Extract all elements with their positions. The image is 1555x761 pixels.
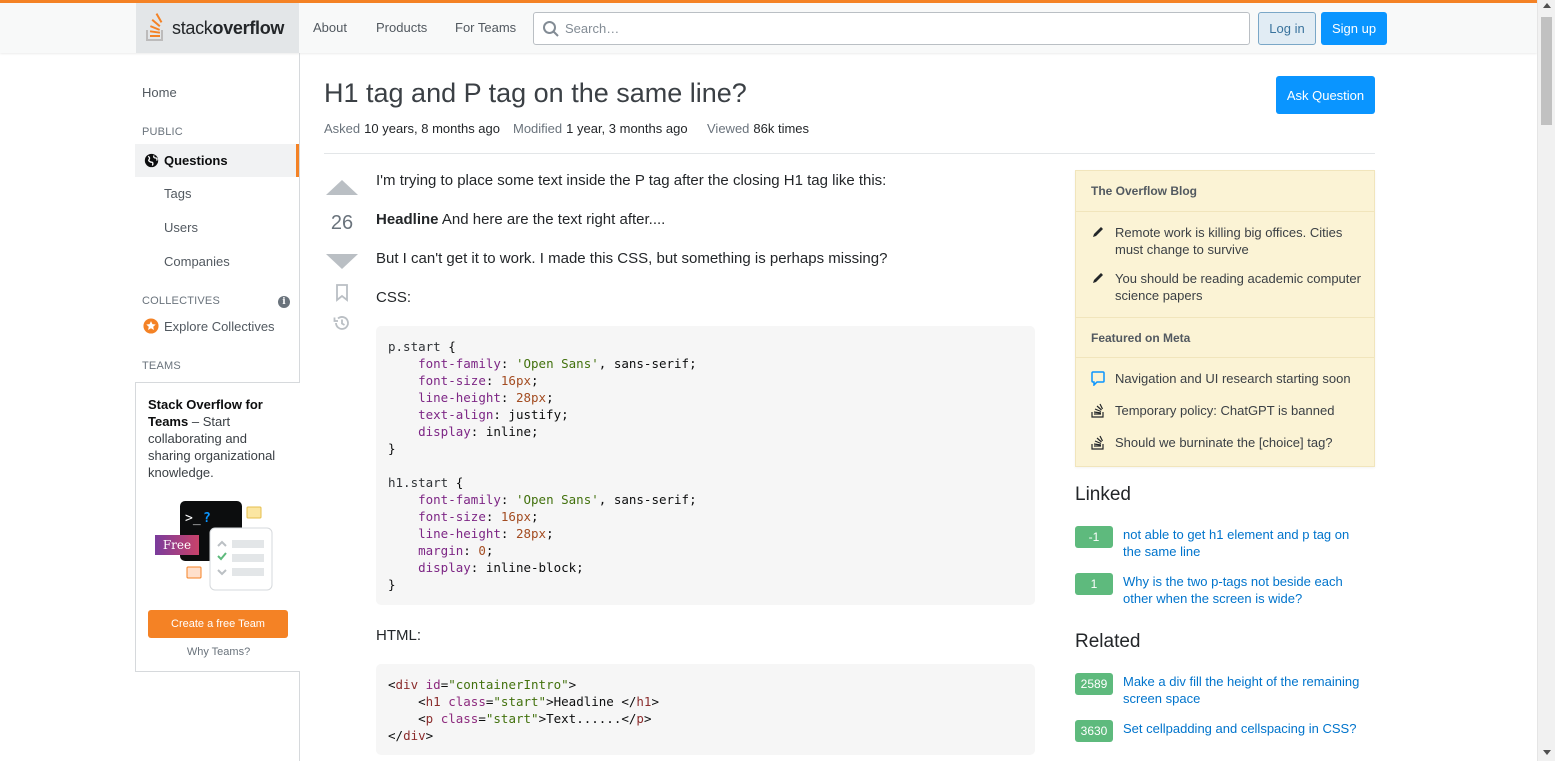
chat-bubble-icon — [1091, 371, 1105, 387]
related-heading: Related — [1075, 631, 1141, 652]
section-label-teams: TEAMS — [142, 360, 181, 372]
question-link[interactable]: not able to get h1 element and p tag on … — [1123, 526, 1368, 560]
free-badge: Free — [155, 535, 199, 555]
ask-question-button[interactable]: Ask Question — [1276, 76, 1375, 114]
blog-item[interactable]: Remote work is killing big offices. Citi… — [1091, 224, 1361, 258]
sidebar-item-explore-collectives[interactable]: Explore Collectives — [143, 318, 275, 334]
login-button[interactable]: Log in — [1258, 12, 1316, 45]
info-icon[interactable]: i — [278, 296, 290, 308]
blog-heading: The Overflow Blog — [1076, 171, 1374, 212]
stackoverflow-logo[interactable]: stackoverflow — [136, 3, 299, 53]
html-code-block[interactable]: <div id="containerIntro"> <h1 class="sta… — [376, 664, 1035, 755]
related-question[interactable]: 2589 Make a div fill the height of the r… — [1075, 673, 1375, 707]
title-divider — [324, 153, 1375, 154]
css-code-block[interactable]: p.start { font-family: 'Open Sans', sans… — [376, 326, 1035, 605]
teams-promo: Stack Overflow for Teams – Start collabo… — [135, 382, 300, 672]
sidebar-item-questions[interactable]: Questions — [135, 144, 299, 177]
search-box[interactable] — [533, 12, 1250, 45]
scroll-thumb[interactable] — [1541, 17, 1552, 125]
section-label-public: PUBLIC — [142, 126, 183, 138]
related-question[interactable]: 3630 Set cellpadding and cellspacing in … — [1075, 720, 1375, 742]
upvote-button[interactable] — [326, 180, 358, 195]
sidebar-item-users[interactable]: Users — [164, 220, 198, 235]
svg-text:>_: >_ — [185, 511, 201, 526]
sidebar-item-label: Explore Collectives — [164, 318, 275, 334]
top-bar: stackoverflow About Products For Teams L… — [0, 0, 1537, 53]
score-badge: 2589 — [1075, 673, 1113, 695]
vote-count: 26 — [330, 212, 354, 234]
linked-heading: Linked — [1075, 484, 1131, 505]
blog-item[interactable]: You should be reading academic computer … — [1091, 270, 1361, 304]
stack-logo-icon — [146, 13, 163, 41]
scroll-down-arrow[interactable] — [1543, 750, 1551, 755]
stack-mini-icon — [1091, 403, 1104, 418]
create-free-team-button[interactable]: Create a free Team — [148, 610, 288, 638]
question-link[interactable]: Make a div fill the height of the remain… — [1123, 673, 1368, 707]
left-sidebar: Home PUBLIC Questions Tags Users Compani… — [135, 53, 300, 761]
score-badge: -1 — [1075, 526, 1113, 548]
scroll-up-arrow[interactable] — [1543, 3, 1551, 8]
bookmark-icon[interactable] — [335, 284, 349, 302]
svg-text:?: ? — [203, 511, 211, 526]
score-badge: 3630 — [1075, 720, 1113, 742]
sidebar-item-home[interactable]: Home — [142, 85, 177, 100]
collectives-star-icon — [143, 318, 159, 334]
body-paragraph: I'm trying to place some text inside the… — [376, 172, 887, 189]
globe-icon — [144, 153, 159, 168]
pencil-icon — [1093, 227, 1103, 237]
question-link[interactable]: Why is the two p-tags not beside each ot… — [1123, 573, 1368, 607]
meta-item[interactable]: Temporary policy: ChatGPT is banned — [1091, 402, 1361, 422]
pencil-icon — [1093, 273, 1103, 283]
search-icon — [543, 21, 559, 37]
meta-item[interactable]: Should we burninate the [choice] tag? — [1091, 434, 1361, 454]
teams-promo-text: Stack Overflow for Teams – Start collabo… — [148, 397, 276, 480]
why-teams-link[interactable]: Why Teams? — [136, 646, 301, 658]
nav-for-teams[interactable]: For Teams — [455, 20, 516, 35]
css-label: CSS: — [376, 289, 412, 306]
sidebar-item-companies[interactable]: Companies — [164, 254, 230, 269]
overflow-blog-widget: The Overflow Blog Remote work is killing… — [1075, 170, 1375, 467]
search-input[interactable] — [565, 13, 1235, 44]
page-scrollbar[interactable] — [1537, 0, 1555, 761]
stack-mini-icon — [1091, 435, 1104, 450]
signup-button[interactable]: Sign up — [1321, 12, 1387, 45]
nav-products[interactable]: Products — [376, 20, 427, 35]
question-title[interactable]: H1 tag and P tag on the same line? — [324, 78, 747, 109]
question-link[interactable]: Set cellpadding and cellspacing in CSS? — [1123, 720, 1368, 742]
section-label-collectives: COLLECTIVES — [142, 295, 221, 307]
body-paragraph: Headline And here are the text right aft… — [376, 211, 666, 228]
modified-info: Modified 1 year, 3 months ago — [513, 121, 688, 136]
linked-question[interactable]: -1 not able to get h1 element and p tag … — [1075, 526, 1375, 560]
history-icon[interactable] — [333, 314, 351, 332]
sidebar-item-label: Questions — [164, 153, 228, 168]
viewed-info: Viewed 86k times — [707, 121, 810, 136]
score-badge: 1 — [1075, 573, 1113, 595]
downvote-button[interactable] — [326, 254, 358, 269]
body-paragraph: But I can't get it to work. I made this … — [376, 250, 888, 267]
nav-about[interactable]: About — [313, 20, 347, 35]
sidebar-item-tags[interactable]: Tags — [164, 186, 191, 201]
meta-item[interactable]: Navigation and UI research starting soon — [1091, 370, 1361, 390]
featured-meta-heading: Featured on Meta — [1076, 317, 1374, 358]
asked-info: Asked 10 years, 8 months ago — [324, 121, 500, 136]
html-label: HTML: — [376, 627, 421, 644]
logo-text: stackoverflow — [172, 17, 285, 38]
linked-question[interactable]: 1 Why is the two p-tags not beside each … — [1075, 573, 1375, 607]
